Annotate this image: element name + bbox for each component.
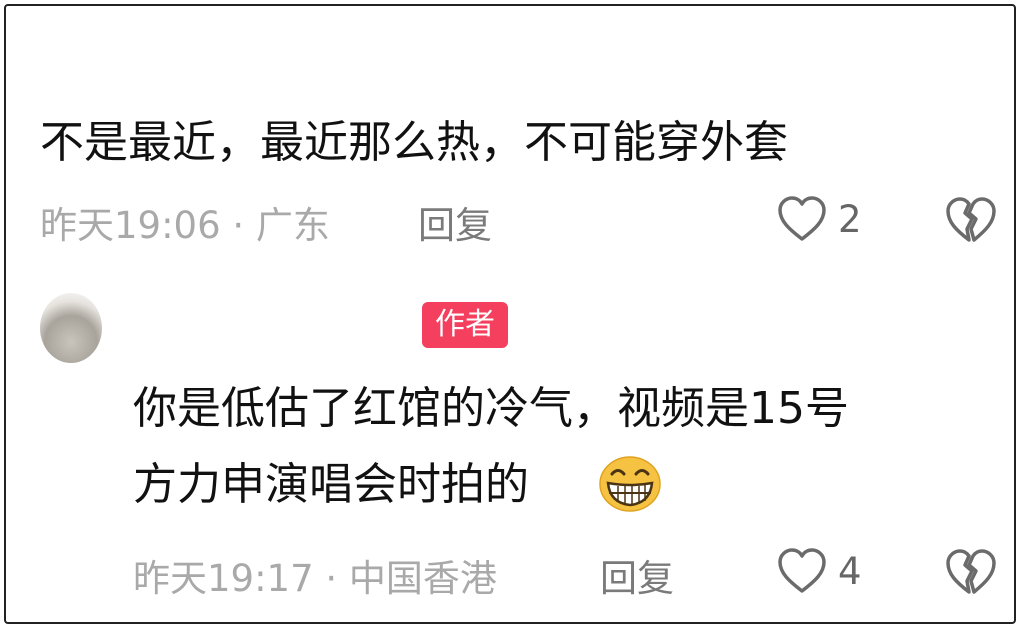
like-button[interactable] bbox=[777, 548, 827, 594]
broken-heart-icon bbox=[945, 196, 997, 244]
heart-outline-icon bbox=[777, 548, 827, 594]
like-count: 2 bbox=[838, 198, 862, 241]
avatar[interactable] bbox=[40, 293, 102, 363]
heart-outline-icon bbox=[777, 196, 827, 242]
dislike-button[interactable] bbox=[945, 548, 997, 596]
reply-button[interactable]: 回复 bbox=[418, 195, 492, 249]
like-count: 4 bbox=[838, 550, 862, 593]
comment-meta: 昨天19:06 · 广东 bbox=[40, 204, 330, 247]
comment-text-line1: 你是低估了红馆的冷气，视频是15号 bbox=[133, 383, 849, 434]
comment-meta: 昨天19:17 · 中国香港 bbox=[133, 557, 497, 600]
comment-text-line2: 方力申演唱会时拍的 bbox=[133, 454, 529, 516]
screenshot-frame bbox=[4, 4, 1016, 624]
comment-text: 不是最近，最近那么热，不可能穿外套 bbox=[40, 117, 788, 168]
broken-heart-icon bbox=[945, 548, 997, 596]
author-badge: 作者 bbox=[422, 302, 508, 348]
comment-text-line2-content: 方力申演唱会时拍的 bbox=[133, 459, 529, 510]
dislike-button[interactable] bbox=[945, 196, 997, 244]
reply-button[interactable]: 回复 bbox=[600, 548, 674, 602]
grinning-face-icon bbox=[598, 455, 662, 513]
like-button[interactable] bbox=[777, 196, 827, 242]
